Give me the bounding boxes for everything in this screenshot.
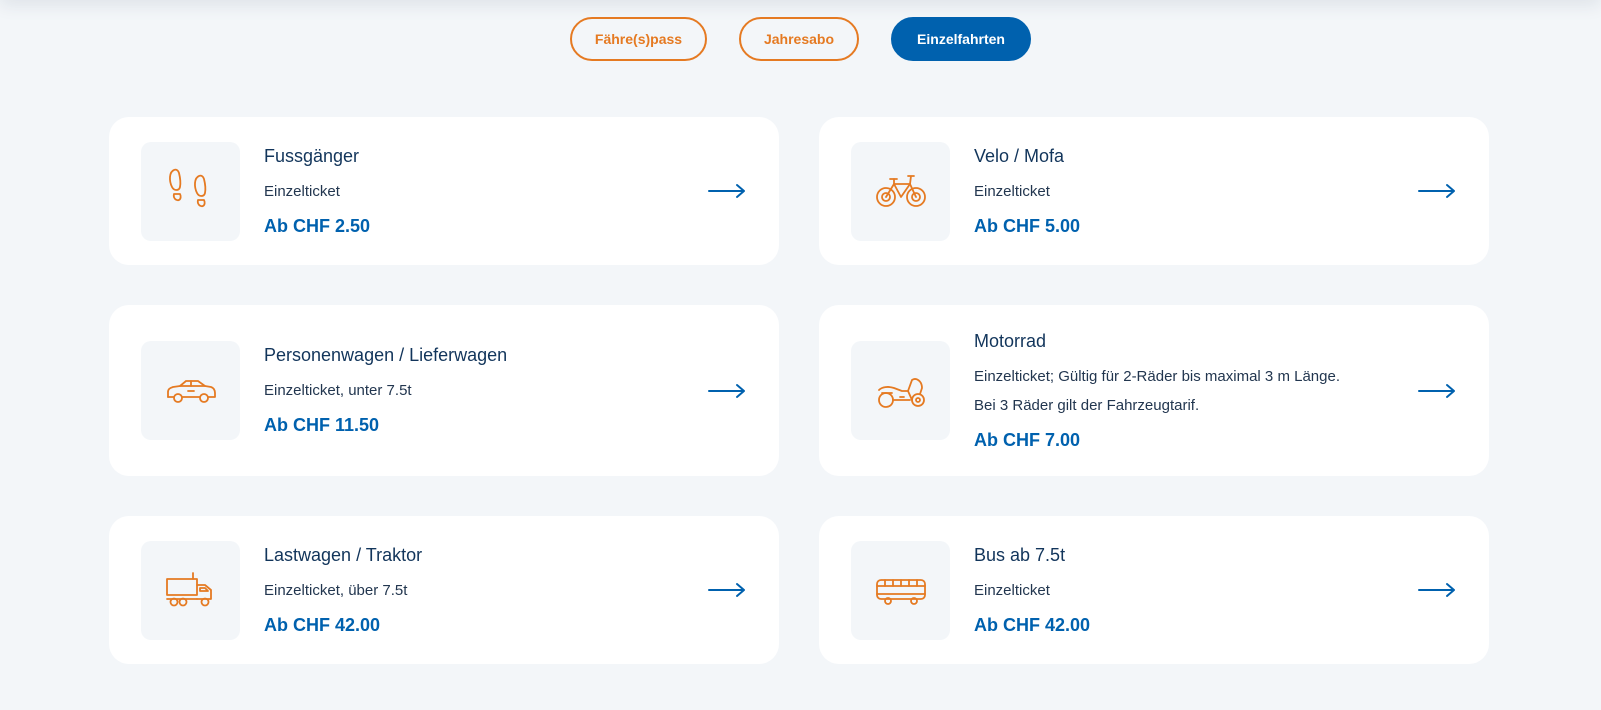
card-description: Einzelticket [974, 182, 1050, 200]
ticket-type-tabs: Fähre(s)pass Jahresabo Einzelfahrten [0, 17, 1601, 61]
bus-icon [875, 579, 926, 605]
ticket-card-grid: Fussgänger Einzelticket Ab CHF 2.50 Velo [109, 117, 1490, 664]
truck-icon [165, 572, 212, 607]
motorcycle-icon [877, 377, 925, 408]
ticket-card-bus[interactable]: Bus ab 7.5t Einzelticket Ab CHF 42.00 [819, 516, 1489, 664]
card-title: Personenwagen / Lieferwagen [264, 345, 508, 365]
arrow-right-icon[interactable] [707, 582, 747, 598]
car-icon [166, 379, 216, 403]
card-description: Einzelticket [264, 182, 340, 200]
card-icon-container [851, 341, 950, 440]
card-price: Ab CHF 2.50 [264, 215, 371, 236]
card-description: Einzelticket [974, 581, 1050, 599]
card-description: Einzelticket, über 7.5t [264, 581, 408, 599]
card-icon-container [141, 141, 240, 241]
bicycle-icon [875, 175, 926, 207]
tab-einzelfahrten[interactable]: Einzelfahrten [891, 17, 1031, 61]
card-icon-container [141, 341, 240, 440]
card-price: Ab CHF 7.00 [974, 429, 1081, 450]
card-icon-container [141, 540, 240, 640]
card-icon-container [851, 540, 950, 640]
card-info: Lastwagen / Traktor Einzelticket, über 7… [264, 545, 687, 636]
ticket-card-motorrad[interactable]: Motorrad Einzelticket; Gültig für 2-Räde… [819, 305, 1489, 476]
card-icon-container [851, 141, 950, 241]
tab-faehrpass[interactable]: Fähre(s)pass [570, 17, 707, 61]
ticket-card-lastwagen[interactable]: Lastwagen / Traktor Einzelticket, über 7… [109, 516, 779, 664]
card-info: Motorrad Einzelticket; Gültig für 2-Räde… [974, 331, 1397, 451]
card-description-line-2: Bei 3 Räder gilt der Fahrzeugtarif. [974, 396, 1200, 414]
arrow-right-icon[interactable] [707, 383, 747, 399]
ticket-card-velo-mofa[interactable]: Velo / Mofa Einzelticket Ab CHF 5.00 [819, 117, 1489, 265]
ticket-card-fussgaenger[interactable]: Fussgänger Einzelticket Ab CHF 2.50 [109, 117, 779, 265]
card-info: Velo / Mofa Einzelticket Ab CHF 5.00 [974, 146, 1397, 237]
card-title: Velo / Mofa [974, 145, 1065, 166]
card-title: Bus ab 7.5t [974, 544, 1066, 565]
card-price: Ab CHF 42.00 [974, 614, 1091, 635]
arrow-right-icon[interactable] [1417, 582, 1457, 598]
card-price: Ab CHF 5.00 [974, 215, 1081, 236]
card-description: Einzelticket; Gültig für 2-Räder bis max… [974, 367, 1340, 385]
card-price: Ab CHF 42.00 [264, 614, 381, 635]
arrow-right-icon[interactable] [1417, 183, 1457, 199]
card-title: Fussgänger [264, 145, 360, 166]
arrow-right-icon[interactable] [1417, 383, 1457, 399]
card-info: Personenwagen / Lieferwagen Einzelticket… [264, 345, 687, 436]
card-title: Lastwagen / Traktor [264, 544, 423, 565]
card-info: Bus ab 7.5t Einzelticket Ab CHF 42.00 [974, 545, 1397, 636]
tab-jahresabo[interactable]: Jahresabo [739, 17, 859, 61]
arrow-right-icon[interactable] [707, 183, 747, 199]
card-description: Einzelticket, unter 7.5t [264, 382, 412, 399]
card-price: Ab CHF 11.50 [264, 415, 380, 435]
card-info: Fussgänger Einzelticket Ab CHF 2.50 [264, 146, 687, 237]
card-title: Motorrad [974, 330, 1047, 351]
ticket-card-personenwagen[interactable]: Personenwagen / Lieferwagen Einzelticket… [109, 305, 779, 476]
footprints-icon [168, 168, 206, 208]
